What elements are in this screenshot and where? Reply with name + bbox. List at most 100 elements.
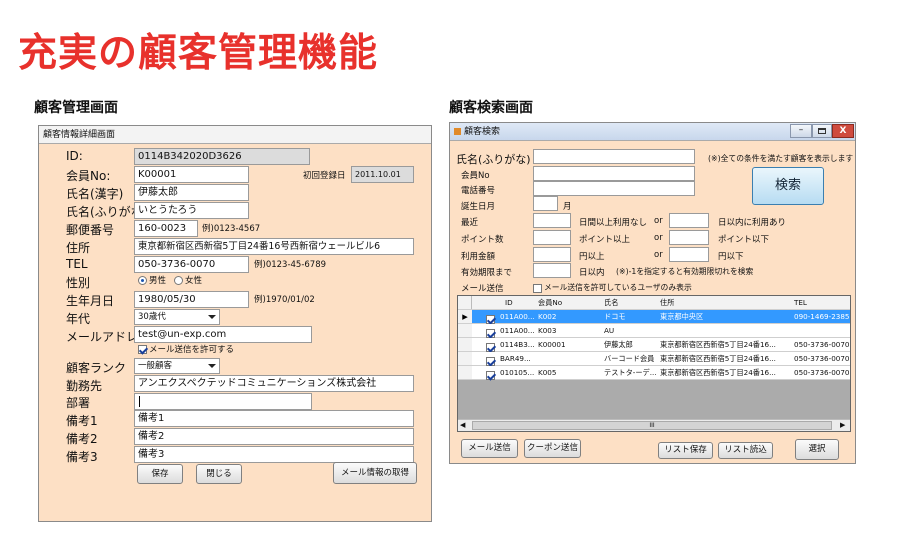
label-birth: 生年月日 [66, 294, 115, 308]
label-workplace: 勤務先 [66, 379, 103, 393]
select-button[interactable]: 選択 [795, 439, 839, 460]
search-label-expire: 有効期限まで [461, 268, 513, 278]
app-icon [454, 128, 461, 135]
name-kanji-input[interactable]: 伊藤太郎 [134, 184, 249, 201]
mail-only-checkbox[interactable]: メール送信を許可しているユーザのみ表示 [533, 282, 692, 293]
note2-input[interactable]: 備考2 [134, 428, 414, 445]
cell-name: ドコモ [604, 312, 626, 321]
address-input[interactable]: 東京都新宿区西新宿5丁目24番16号西新宿ウェールビル6 [134, 238, 414, 255]
points-below-input[interactable] [669, 230, 709, 245]
rank-select[interactable]: 一般顧客 [134, 358, 220, 374]
points-above-label: ポイント以上 [579, 235, 631, 245]
row-header-cell [458, 324, 472, 337]
search-label-tel: 電話番号 [461, 186, 496, 196]
radio-unselected [174, 276, 183, 285]
scroll-left-icon[interactable]: ◀ [460, 421, 465, 429]
column-header-tel[interactable]: TEL [794, 296, 807, 309]
mail-only-label: メール送信を許可しているユーザのみ表示 [544, 283, 692, 292]
gender-male-label: 男性 [149, 276, 167, 286]
label-postal: 郵便番号 [66, 223, 115, 237]
age-group-select[interactable]: 30歳代 [134, 309, 220, 325]
search-tel-input[interactable] [533, 181, 695, 196]
scroll-right-icon[interactable]: ▶ [840, 421, 845, 429]
or-label: or [654, 250, 663, 260]
label-department: 部署 [66, 396, 91, 410]
birth-input[interactable]: 1980/05/30 [134, 291, 249, 308]
cell-address: 東京都新宿区西新宿5丁目24番16... [660, 340, 776, 349]
amount-above-input[interactable] [533, 247, 571, 262]
search-label-member-no: 会員No [461, 171, 490, 181]
table-row[interactable]: 011A00... K003 AU [458, 324, 850, 338]
recent-used-input[interactable] [669, 213, 709, 228]
member-no-input[interactable]: K00001 [134, 166, 249, 183]
search-label-amount: 利用金額 [461, 252, 496, 262]
month-suffix: 月 [563, 202, 572, 212]
label-member-no: 会員No: [66, 169, 111, 183]
close-button[interactable]: 閉じる [196, 464, 242, 484]
label-id: ID: [66, 149, 83, 163]
list-save-button[interactable]: リスト保存 [658, 442, 713, 459]
column-header-name[interactable]: 氏名 [604, 296, 618, 309]
table-row[interactable]: ▶ 011A00... K002 ドコモ 東京都中央区 090-1469-238… [458, 310, 850, 324]
cell-member-no: K003 [538, 326, 557, 335]
birth-month-input[interactable] [533, 196, 558, 211]
save-button[interactable]: 保存 [137, 464, 183, 484]
coupon-send-button[interactable]: クーポン送信 [524, 439, 581, 458]
search-button[interactable]: 検索 [752, 167, 824, 205]
points-below-label: ポイント以下 [718, 235, 770, 245]
cell-address: 東京都新宿区西新宿5丁目24番16... [660, 354, 776, 363]
birth-hint: 例)1970/01/02 [254, 295, 315, 305]
horizontal-scrollbar[interactable]: ◀ III ▶ [458, 419, 850, 431]
email-input[interactable]: test@un-exp.com [134, 326, 312, 343]
note3-input[interactable]: 備考3 [134, 446, 414, 463]
list-load-button[interactable]: リスト読込 [718, 442, 773, 459]
yen-below-label: 円以下 [718, 252, 744, 262]
column-header-id[interactable]: ID [505, 296, 513, 309]
note1-input[interactable]: 備考1 [134, 410, 414, 427]
maximize-icon[interactable] [812, 124, 832, 138]
cell-address: 東京都中央区 [660, 312, 704, 321]
cell-name: AU [604, 326, 615, 335]
amount-below-input[interactable] [669, 247, 709, 262]
gender-female-radio[interactable]: 女性 [174, 274, 202, 286]
table-row[interactable]: 010105... K005 テストタ-ーデ... 東京都新宿区西新宿5丁目24… [458, 366, 850, 380]
customer-grid[interactable]: ID 会員No 氏名 住所 TEL ▶ 011A00... K002 ドコモ 東… [457, 295, 851, 432]
recent-not-used-input[interactable] [533, 213, 571, 228]
cell-id: 0114B3... [500, 340, 535, 349]
search-member-no-input[interactable] [533, 166, 695, 181]
text-cursor [139, 396, 140, 407]
cell-tel: 050-3736-0070 [794, 368, 850, 377]
rank-value: 一般顧客 [138, 361, 173, 371]
tel-hint: 例)0123-45-6789 [254, 260, 327, 270]
or-label: or [654, 216, 663, 226]
column-header-address[interactable]: 住所 [660, 296, 674, 309]
label-first-login: 初回登録日 [303, 171, 346, 181]
mail-send-button[interactable]: メール送信 [461, 439, 518, 458]
label-rank: 顧客ランク [66, 361, 127, 375]
search-name-kana-input[interactable] [533, 149, 695, 164]
table-row[interactable]: 0114B3... K00001 伊藤太郎 東京都新宿区西新宿5丁目24番16.… [458, 338, 850, 352]
close-icon[interactable]: X [832, 124, 854, 138]
column-header-member-no[interactable]: 会員No [538, 296, 562, 309]
gender-male-radio[interactable]: 男性 [138, 274, 166, 286]
row-header-cell [458, 366, 472, 379]
postal-input[interactable]: 160-0023 [134, 220, 198, 237]
expire-days-input[interactable] [533, 263, 571, 278]
yen-above-label: 円以上 [579, 252, 605, 262]
allow-mail-checkbox[interactable]: メール送信を許可する [138, 343, 234, 355]
minimize-icon[interactable]: – [790, 124, 812, 138]
get-mail-info-button[interactable]: メール情報の取得 [333, 462, 417, 484]
points-above-input[interactable] [533, 230, 571, 245]
department-input[interactable] [134, 393, 312, 410]
cell-member-no: K005 [538, 368, 557, 377]
scrollbar-thumb[interactable]: III [472, 421, 832, 430]
postal-hint: 例)0123-4567 [202, 224, 261, 234]
label-address: 住所 [66, 241, 91, 255]
label-age-group: 年代 [66, 312, 91, 326]
workplace-input[interactable]: アンエクスペクテッドコミュニケーションズ株式会社 [134, 375, 414, 392]
name-kana-input[interactable]: いとうたろう [134, 202, 249, 219]
tel-input[interactable]: 050-3736-0070 [134, 256, 249, 273]
row-checkbox[interactable] [486, 368, 497, 381]
table-row[interactable]: BAR49... バーコード会員 東京都新宿区西新宿5丁目24番16... 05… [458, 352, 850, 366]
cell-member-no [538, 352, 600, 365]
